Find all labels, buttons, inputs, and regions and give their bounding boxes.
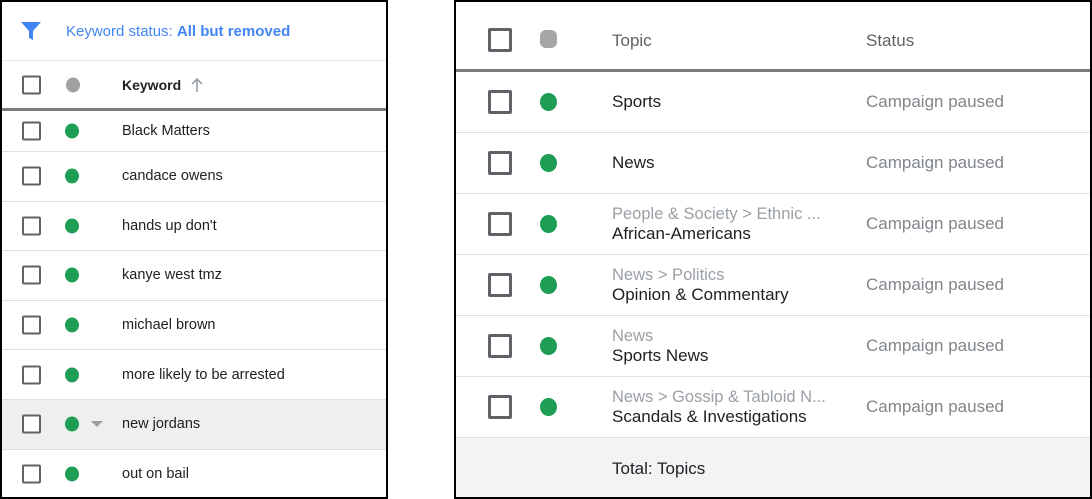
topic-cell: News > Gossip & Tabloid N... Scandals & … xyxy=(612,387,826,427)
keyword-column-header[interactable]: Keyword xyxy=(122,77,181,93)
keywords-table-header: Keyword xyxy=(2,61,386,111)
table-row[interactable]: kanye west tmz xyxy=(2,251,386,301)
status-text: Campaign paused xyxy=(866,336,1004,355)
table-row[interactable]: News > Politics Opinion & Commentary Cam… xyxy=(456,255,1090,316)
row-checkbox[interactable] xyxy=(488,273,512,297)
keywords-panel: Keyword status: All but removed Keyword … xyxy=(0,0,388,499)
table-row[interactable]: out on bail xyxy=(2,450,386,497)
keywords-table-body: Black Matters candace owens hands up don… xyxy=(2,111,386,497)
row-checkbox[interactable] xyxy=(488,151,512,175)
select-all-checkbox[interactable] xyxy=(22,75,41,94)
topic-cell: News > Politics Opinion & Commentary xyxy=(612,265,789,305)
table-row[interactable]: hands up don't xyxy=(2,202,386,252)
row-checkbox[interactable] xyxy=(22,315,41,335)
row-checkbox[interactable] xyxy=(488,212,512,236)
table-row[interactable]: News Campaign paused xyxy=(456,133,1090,194)
topic-text: News xyxy=(612,153,655,172)
topic-path: People & Society > Ethnic ... xyxy=(612,205,821,223)
select-all-checkbox[interactable] xyxy=(488,28,512,52)
status-column-dot xyxy=(540,30,557,48)
filter-chip[interactable]: Keyword status: All but removed xyxy=(66,23,290,40)
status-column-dot xyxy=(66,77,80,92)
topic-text: Scandals & Investigations xyxy=(612,407,807,426)
enabled-status-dot xyxy=(65,123,79,139)
table-row[interactable]: Black Matters xyxy=(2,111,386,152)
topic-cell: People & Society > Ethnic ... African-Am… xyxy=(612,204,821,244)
table-row[interactable]: Sports Campaign paused xyxy=(456,72,1090,133)
row-checkbox[interactable] xyxy=(22,265,41,285)
row-checkbox[interactable] xyxy=(22,464,41,484)
status-text: Campaign paused xyxy=(866,275,1004,294)
keyword-text: michael brown xyxy=(122,317,216,334)
keyword-text: kanye west tmz xyxy=(122,267,222,284)
enabled-status-dot xyxy=(65,466,79,482)
total-label: Total: Topics xyxy=(612,458,706,478)
status-text: Campaign paused xyxy=(866,153,1004,172)
row-checkbox[interactable] xyxy=(22,166,41,186)
topic-cell: News Sports News xyxy=(612,326,708,366)
row-checkbox[interactable] xyxy=(488,334,512,358)
enabled-status-dot xyxy=(540,93,557,111)
row-checkbox[interactable] xyxy=(22,121,41,141)
row-checkbox[interactable] xyxy=(488,90,512,114)
topics-panel: Topic Status Sports Campaign paused News… xyxy=(454,0,1092,499)
filter-bar[interactable]: Keyword status: All but removed xyxy=(2,2,386,61)
keyword-text: more likely to be arrested xyxy=(122,366,285,383)
status-text: Campaign paused xyxy=(866,214,1004,233)
status-column-header[interactable]: Status xyxy=(866,31,914,51)
arrow-up-icon[interactable] xyxy=(190,77,204,98)
enabled-status-dot xyxy=(540,154,557,172)
topic-path: News xyxy=(612,327,654,345)
row-checkbox[interactable] xyxy=(22,414,41,434)
topics-table-header: Topic Status xyxy=(456,2,1090,72)
enabled-status-dot xyxy=(65,168,79,184)
topics-table-body: Sports Campaign paused News Campaign pau… xyxy=(456,72,1090,497)
table-row-hovered[interactable]: new jordans xyxy=(2,399,386,450)
total-row: Total: Topics xyxy=(456,438,1090,497)
enabled-status-dot xyxy=(65,416,79,432)
topic-path: News > Gossip & Tabloid N... xyxy=(612,388,826,406)
enabled-status-dot xyxy=(540,398,557,416)
topic-text: Opinion & Commentary xyxy=(612,285,789,304)
table-row[interactable]: more likely to be arrested xyxy=(2,350,386,400)
filter-label: Keyword status: xyxy=(66,22,177,40)
keyword-text: Black Matters xyxy=(122,123,210,139)
table-row[interactable]: News > Gossip & Tabloid N... Scandals & … xyxy=(456,377,1090,438)
table-row[interactable]: michael brown xyxy=(2,301,386,351)
topic-path: News > Politics xyxy=(612,266,725,284)
table-row[interactable]: People & Society > Ethnic ... African-Am… xyxy=(456,194,1090,255)
enabled-status-dot xyxy=(540,276,557,294)
table-row[interactable]: News Sports News Campaign paused xyxy=(456,316,1090,377)
status-text: Campaign paused xyxy=(866,397,1004,416)
table-row[interactable]: candace owens xyxy=(2,152,386,202)
topic-text: African-Americans xyxy=(612,224,751,243)
keyword-text: candace owens xyxy=(122,168,223,185)
topic-column-header[interactable]: Topic xyxy=(612,31,652,51)
row-checkbox[interactable] xyxy=(22,365,41,385)
enabled-status-dot xyxy=(65,367,79,383)
caret-down-icon[interactable] xyxy=(90,415,104,433)
topic-text: Sports xyxy=(612,92,662,111)
enabled-status-dot xyxy=(540,215,557,233)
keyword-text: new jordans xyxy=(122,416,201,433)
enabled-status-dot xyxy=(540,337,557,355)
topic-text: Sports News xyxy=(612,346,709,365)
row-checkbox[interactable] xyxy=(22,216,41,236)
keyword-text: hands up don't xyxy=(122,217,217,234)
filter-value: All but removed xyxy=(176,22,291,40)
status-text: Campaign paused xyxy=(866,92,1004,111)
enabled-status-dot xyxy=(65,317,79,333)
filter-icon[interactable] xyxy=(20,20,42,42)
row-checkbox[interactable] xyxy=(488,395,512,419)
enabled-status-dot xyxy=(65,267,79,283)
enabled-status-dot xyxy=(65,218,79,234)
keyword-text: out on bail xyxy=(122,465,189,482)
